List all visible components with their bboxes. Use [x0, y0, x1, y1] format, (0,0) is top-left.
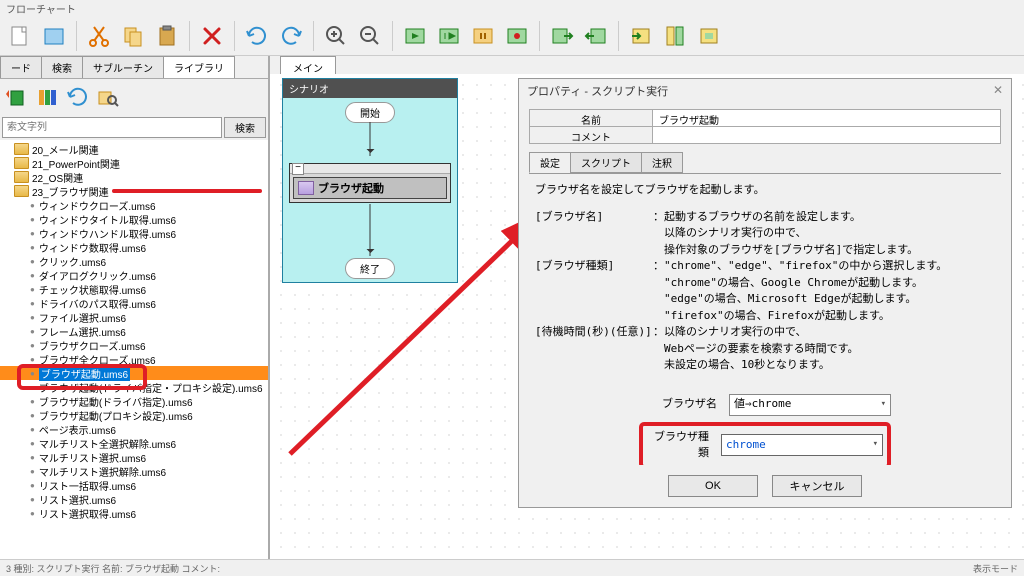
undo-icon[interactable]: [241, 20, 273, 52]
side-tab-2[interactable]: サブルーチン: [82, 56, 164, 78]
cfg-browser-name-label: ブラウザ名: [639, 396, 729, 413]
cancel-button[interactable]: キャンセル: [772, 475, 862, 497]
file-item[interactable]: ブラウザ全クローズ.ums6: [0, 352, 268, 366]
node-end[interactable]: 終了: [345, 258, 395, 279]
file-item[interactable]: ブラウザ起動(ドライバ指定・プロキシ設定).ums6: [0, 380, 268, 394]
run-icon[interactable]: [399, 20, 431, 52]
canvas-area: メイン シナリオ 開始 ブラウザ起動 終了: [270, 56, 1024, 559]
file-item[interactable]: クリック.ums6: [0, 254, 268, 268]
folder-item[interactable]: 23_ブラウザ関連: [0, 184, 268, 198]
search-button[interactable]: 検索: [224, 117, 266, 138]
file-item[interactable]: ブラウザ起動(ドライバ指定).ums6: [0, 394, 268, 408]
library-tree[interactable]: 20_メール関連21_PowerPoint関連22_OS関連23_ブラウザ関連ウ…: [0, 140, 268, 559]
prop-tab-2[interactable]: 注釈: [641, 152, 683, 173]
file-item[interactable]: リスト選択.ums6: [0, 492, 268, 506]
lib-search-icon[interactable]: [94, 83, 122, 111]
file-item[interactable]: ドライバのパス取得.ums6: [0, 296, 268, 310]
highlight-box: ブラウザ種類 chrome▾: [639, 422, 891, 466]
window-icon[interactable]: [625, 20, 657, 52]
file-item[interactable]: ダイアログクリック.ums6: [0, 268, 268, 282]
file-item[interactable]: マルチリスト選択.ums6: [0, 450, 268, 464]
file-item[interactable]: ブラウザ起動.ums6: [0, 366, 268, 380]
folder-item[interactable]: 21_PowerPoint関連: [0, 156, 268, 170]
lib-refresh-icon[interactable]: [64, 83, 92, 111]
cut-icon[interactable]: [83, 20, 115, 52]
file-item[interactable]: ウィンドウタイトル取得.ums6: [0, 212, 268, 226]
library-toolbar: [0, 79, 268, 115]
delete-icon[interactable]: [196, 20, 228, 52]
new-icon[interactable]: [4, 20, 36, 52]
file-item[interactable]: ウィンドウ数取得.ums6: [0, 240, 268, 254]
run2-icon[interactable]: [433, 20, 465, 52]
settings-icon[interactable]: [693, 20, 725, 52]
action-node[interactable]: ブラウザ起動: [289, 163, 451, 203]
folder-item[interactable]: 20_メール関連: [0, 142, 268, 156]
pause-icon[interactable]: [467, 20, 499, 52]
file-item[interactable]: マルチリスト選択解除.ums6: [0, 464, 268, 478]
file-item[interactable]: リスト選択取得.ums6: [0, 506, 268, 520]
side-tabs: ード検索サブルーチンライブラリ: [0, 56, 268, 79]
field-name-value[interactable]: ブラウザ起動: [653, 109, 1001, 127]
ok-button[interactable]: OK: [668, 475, 758, 497]
file-item[interactable]: マルチリスト全選択解除.ums6: [0, 436, 268, 450]
scenario-title: シナリオ: [283, 79, 457, 98]
window-title: フローチャート: [0, 0, 1024, 16]
main-toolbar: [0, 16, 1024, 56]
folder-item[interactable]: 22_OS関連: [0, 170, 268, 184]
cfg-browser-name-select[interactable]: 値⇒chrome▾: [729, 394, 891, 416]
cfg-browser-type-select[interactable]: chrome▾: [721, 434, 883, 456]
file-item[interactable]: ウィンドウハンドル取得.ums6: [0, 226, 268, 240]
status-bar: 3 種別: スクリプト実行 名前: ブラウザ起動 コメント:表示モード: [0, 559, 1024, 576]
chevron-down-icon: ▾: [873, 438, 878, 452]
scenario-block[interactable]: シナリオ 開始 ブラウザ起動 終了: [282, 78, 458, 283]
field-comment-label: コメント: [529, 126, 653, 144]
side-tab-1[interactable]: 検索: [41, 56, 83, 78]
side-panel: ード検索サブルーチンライブラリ 検索 20_メール関連21_PowerPoint…: [0, 56, 270, 559]
property-content: ブラウザ名を設定してブラウザを起動します。 [ブラウザ名]：起動するブラウザの名…: [529, 173, 1001, 465]
prop-tab-1[interactable]: スクリプト: [570, 152, 642, 173]
side-tab-0[interactable]: ード: [0, 56, 42, 78]
zoom-out-icon[interactable]: [354, 20, 386, 52]
redo-icon[interactable]: [275, 20, 307, 52]
file-item[interactable]: ブラウザクローズ.ums6: [0, 338, 268, 352]
file-item[interactable]: チェック状態取得.ums6: [0, 282, 268, 296]
import-icon[interactable]: [580, 20, 612, 52]
property-panel: プロパティ - スクリプト実行 ✕ 名前ブラウザ起動 コメント 設定スクリプト注釈…: [518, 78, 1012, 508]
library-icon[interactable]: [659, 20, 691, 52]
script-icon: [298, 181, 314, 195]
stop-icon[interactable]: [501, 20, 533, 52]
paste-icon[interactable]: [151, 20, 183, 52]
file-item[interactable]: フレーム選択.ums6: [0, 324, 268, 338]
export-icon[interactable]: [546, 20, 578, 52]
field-name-label: 名前: [529, 109, 653, 127]
lib-back-icon[interactable]: [4, 83, 32, 111]
cfg-browser-type-label: ブラウザ種類: [647, 429, 721, 462]
file-item[interactable]: ファイル選択.ums6: [0, 310, 268, 324]
open-icon[interactable]: [38, 20, 70, 52]
copy-icon[interactable]: [117, 20, 149, 52]
file-item[interactable]: ブラウザ起動(プロキシ設定).ums6: [0, 408, 268, 422]
field-comment-value[interactable]: [653, 126, 1001, 144]
panel-title: プロパティ - スクリプト実行: [527, 83, 668, 99]
file-item[interactable]: ページ表示.ums6: [0, 422, 268, 436]
lib-books-icon[interactable]: [34, 83, 62, 111]
chevron-down-icon: ▾: [881, 398, 886, 412]
node-start[interactable]: 開始: [345, 102, 395, 123]
file-item[interactable]: リスト一括取得.ums6: [0, 478, 268, 492]
search-input[interactable]: [2, 117, 222, 138]
side-tab-3[interactable]: ライブラリ: [163, 56, 235, 78]
file-item[interactable]: ウィンドウクローズ.ums6: [0, 198, 268, 212]
prop-tab-0[interactable]: 設定: [529, 152, 571, 173]
zoom-in-icon[interactable]: [320, 20, 352, 52]
close-icon[interactable]: ✕: [993, 83, 1003, 99]
